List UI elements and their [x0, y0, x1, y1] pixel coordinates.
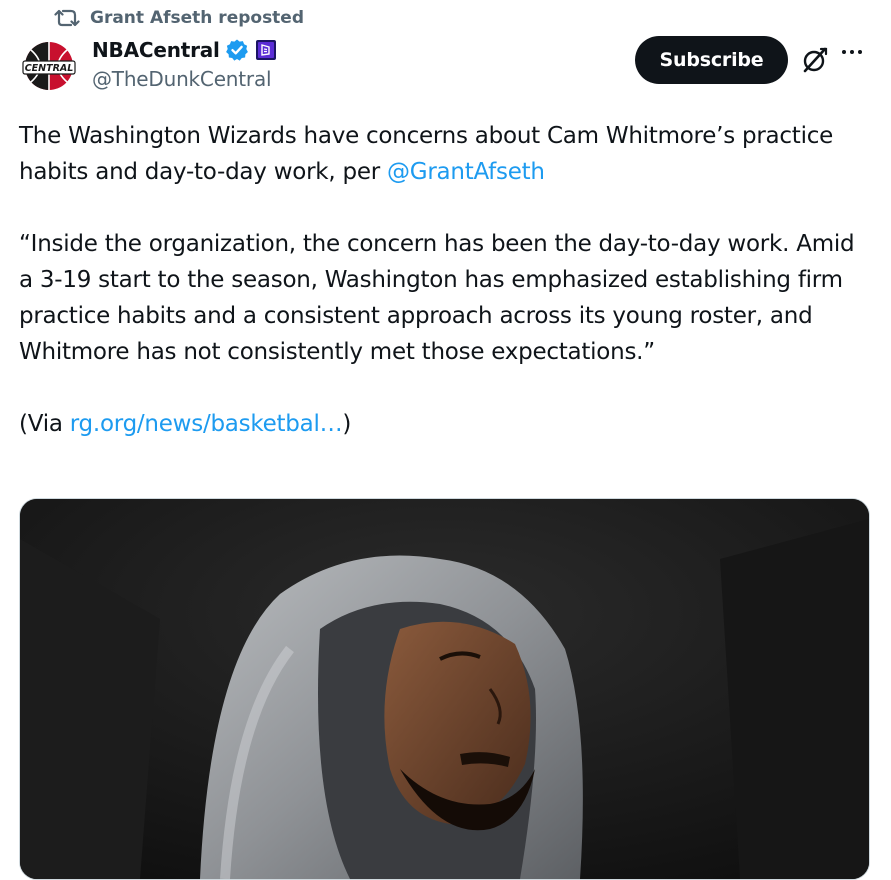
subscribe-button[interactable]: Subscribe: [635, 36, 788, 84]
via-suffix: ): [342, 411, 352, 437]
affiliate-badge-icon[interactable]: [254, 38, 278, 62]
tweet-body: The Washington Wizards have concerns abo…: [19, 118, 869, 442]
via-prefix: (Via: [19, 411, 70, 437]
tweet-paragraph-1: The Washington Wizards have concerns abo…: [19, 118, 869, 190]
grok-icon[interactable]: [801, 46, 829, 78]
tweet-media-image[interactable]: [19, 498, 870, 880]
author-display-name[interactable]: NBACentral: [92, 38, 220, 62]
mention-link[interactable]: @GrantAfseth: [387, 159, 545, 185]
avatar[interactable]: CENTRAL: [19, 36, 79, 96]
author-handle[interactable]: @TheDunkCentral: [92, 67, 278, 91]
tweet-paragraph-2: “Inside the organization, the concern ha…: [19, 231, 855, 365]
player-photo: [20, 499, 869, 879]
repost-icon: [54, 7, 80, 29]
repost-text: Grant Afseth reposted: [90, 8, 305, 28]
author-identity: NBACentral @TheDunkCentral: [92, 36, 278, 91]
tweet-paragraph-3: (Via rg.org/news/basketbal…): [19, 406, 869, 442]
more-icon[interactable]: [842, 50, 862, 54]
source-link[interactable]: rg.org/news/basketbal…: [70, 411, 343, 437]
repost-indicator[interactable]: Grant Afseth reposted: [54, 6, 304, 30]
nba-central-logo: CENTRAL: [19, 36, 79, 96]
avatar-text: CENTRAL: [25, 63, 74, 74]
verified-badge-icon[interactable]: [225, 38, 249, 62]
